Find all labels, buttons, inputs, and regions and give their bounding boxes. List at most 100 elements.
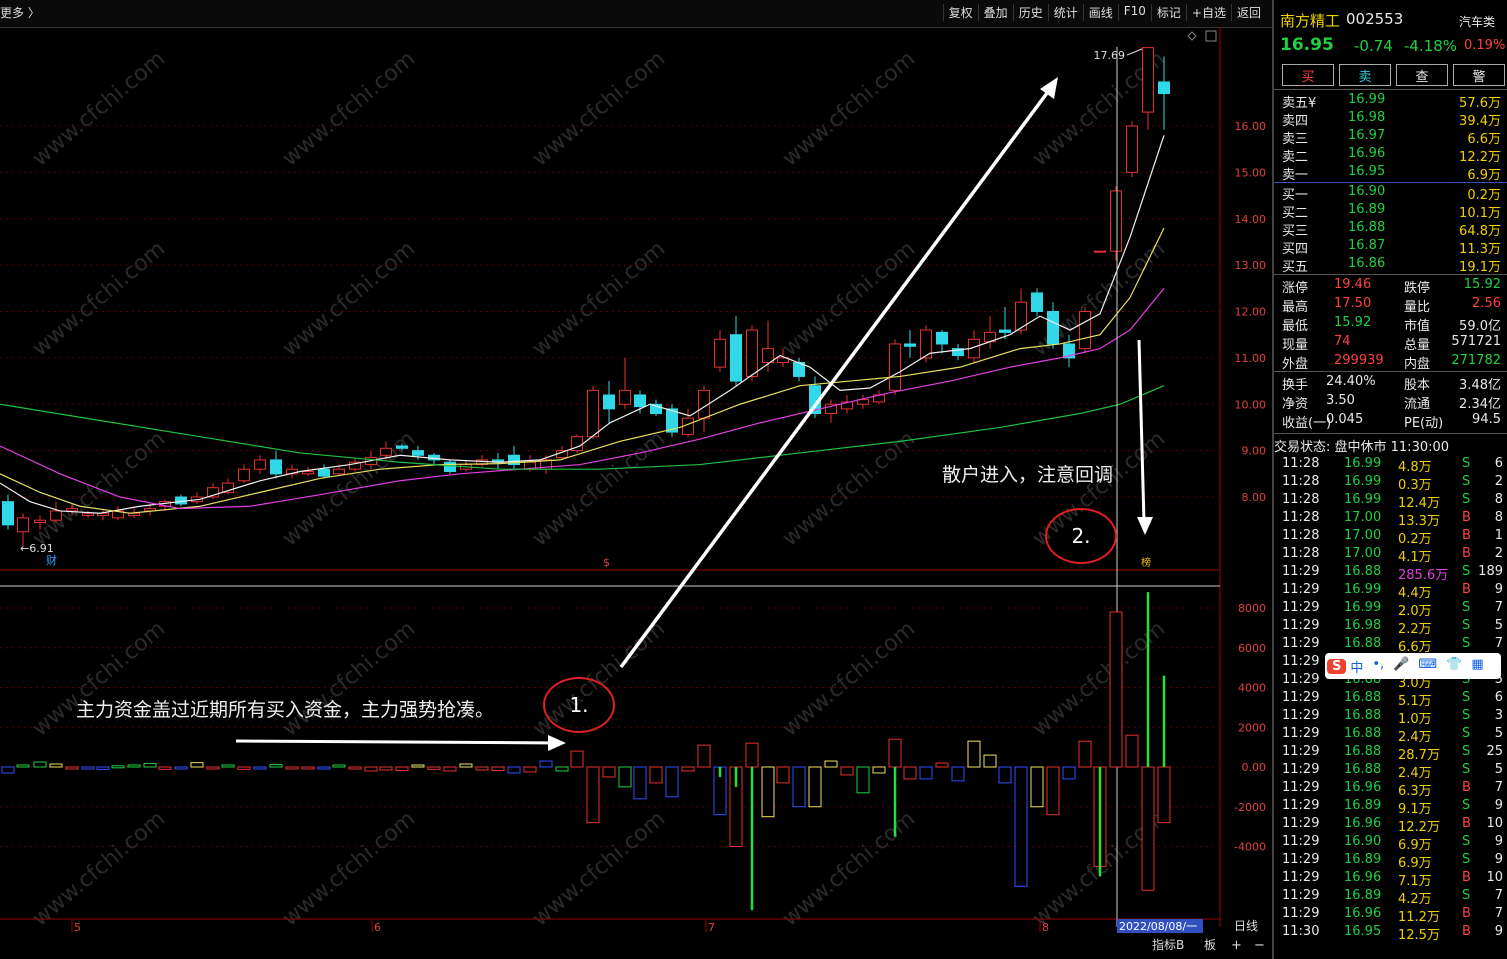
finance-marker: 财 <box>46 553 57 567</box>
more-menu[interactable]: 更多 〉 <box>0 4 40 21</box>
tick-time: 11:29 <box>1282 834 1320 849</box>
tick-side: B <box>1462 546 1471 561</box>
sell-button[interactable]: 卖 <box>1339 64 1391 86</box>
candle-body <box>412 450 424 456</box>
ime-toolbar[interactable]: S 中 •, 🎤 ⌨ 👕 ▦ <box>1325 653 1501 679</box>
tick-side: S <box>1462 492 1471 507</box>
tick-count: 7 <box>1494 780 1503 795</box>
annotation-2-text: 散户进入，注意回调 <box>942 464 1114 486</box>
ask-row: 卖二 16.96 12.2万 <box>1274 146 1507 165</box>
buy-button[interactable]: 买 <box>1282 64 1334 86</box>
tick-volume: 9.1万 <box>1398 802 1432 817</box>
tick-count: 5 <box>1494 726 1503 741</box>
candle-body <box>889 343 901 391</box>
watermark-text: www.cfchi.com <box>28 46 170 171</box>
query-button[interactable]: 查 <box>1396 64 1448 86</box>
ime-item-3[interactable]: ⌨ <box>1418 657 1437 676</box>
fund-bar <box>935 762 949 768</box>
tick-row: 11:29 16.88 28.7万 S 25 <box>1274 744 1507 763</box>
fund-row: 收益(一) 0.045 PE(动) 94.5 <box>1274 412 1507 431</box>
toolbar-7[interactable]: +自选 <box>1185 4 1231 21</box>
tick-count: 9 <box>1494 798 1503 813</box>
candle-body <box>714 338 726 368</box>
fund-bar <box>761 766 775 818</box>
arrow-up-line <box>619 87 1052 669</box>
tick-count: 10 <box>1486 816 1503 831</box>
fund-bar <box>967 740 981 768</box>
fund-bar <box>507 766 521 774</box>
tick-row: 11:29 16.88 2.4万 S 5 <box>1274 762 1507 781</box>
ime-item-5[interactable]: ▦ <box>1471 657 1483 676</box>
vol-axis-label: 0.00 <box>1242 761 1267 774</box>
bid-price: 16.88 <box>1348 220 1386 235</box>
tick-row: 11:29 16.89 9.1万 S 9 <box>1274 798 1507 817</box>
tick-row: 11:29 16.88 2.4万 S 5 <box>1274 726 1507 745</box>
fund-bar <box>570 750 584 768</box>
fund-value: 3.50 <box>1326 393 1355 408</box>
toolbar-4[interactable]: 画线 <box>1082 4 1118 21</box>
fund-bar <box>174 766 188 770</box>
date-label: 2022/08/08/一 <box>1119 920 1197 933</box>
fund-bar <box>269 764 283 768</box>
bid-row: 买五 16.86 19.1万 <box>1274 256 1507 275</box>
toolbar-3[interactable]: 统计 <box>1047 4 1083 21</box>
candle-body <box>238 468 250 482</box>
month-label: 6 <box>374 921 381 934</box>
fund-bar <box>808 766 822 808</box>
toolbar-0[interactable]: 复权 <box>942 4 978 21</box>
ime-item-0[interactable]: 中 <box>1350 657 1363 676</box>
fund-bar <box>379 766 393 771</box>
toolbar-1[interactable]: 叠加 <box>977 4 1013 21</box>
ask-row: 卖四 16.98 39.4万 <box>1274 110 1507 129</box>
candle-body <box>936 331 948 345</box>
board-label: 板 <box>1204 938 1216 952</box>
toolbar-6[interactable]: 标记 <box>1150 4 1186 21</box>
sector-label[interactable]: 汽车类 <box>1459 13 1495 30</box>
tick-row: 11:28 17.00 0.2万 B 1 <box>1274 528 1507 547</box>
toolbar-5[interactable]: F10 <box>1117 4 1151 21</box>
fund-bar <box>983 754 997 768</box>
tick-price: 17.00 <box>1344 546 1382 561</box>
tick-volume: 2.4万 <box>1398 730 1432 745</box>
tick-volume: 12.2万 <box>1398 820 1440 835</box>
tick-row: 11:29 16.89 4.2万 S 7 <box>1274 888 1507 907</box>
tick-volume: 6.3万 <box>1398 784 1432 799</box>
stock-name: 南方精工 <box>1280 12 1341 30</box>
vol-axis-label: 2000 <box>1238 721 1266 734</box>
tick-price: 16.88 <box>1344 690 1382 705</box>
fund-bar <box>317 766 331 770</box>
tick-count: 189 <box>1478 564 1503 579</box>
toolbar-8[interactable]: 返回 <box>1230 4 1266 21</box>
fund-bar <box>539 760 553 768</box>
watermark-text: www.cfchi.com <box>528 806 670 931</box>
fund-bar <box>143 762 157 768</box>
tick-time: 11:29 <box>1282 816 1320 831</box>
tick-count: 7 <box>1494 906 1503 921</box>
watermark-text: www.cfchi.com <box>778 46 920 171</box>
kline-chart[interactable]: www.cfchi.com www.cfchi.com www.cfchi.com w… <box>0 27 1272 959</box>
ime-item-2[interactable]: 🎤 <box>1393 657 1409 676</box>
toolbar-2[interactable]: 历史 <box>1012 4 1048 21</box>
tick-side: S <box>1462 690 1471 705</box>
period-label: 日线 <box>1234 919 1258 933</box>
ask-volume: 12.2万 <box>1459 150 1501 165</box>
ime-item-4[interactable]: 👕 <box>1446 657 1462 676</box>
stat-value: 15.92 <box>1334 315 1372 330</box>
tick-price: 16.89 <box>1344 798 1382 813</box>
tick-time: 11:28 <box>1282 474 1320 489</box>
stock-code: 002553 <box>1346 10 1404 28</box>
bid-label: 买一 <box>1282 188 1309 203</box>
bid-label: 买五 <box>1282 260 1309 275</box>
tick-price: 16.89 <box>1344 852 1382 867</box>
tick-volume: 6.9万 <box>1398 856 1432 871</box>
tick-volume: 285.6万 <box>1398 568 1449 583</box>
ask-price: 16.95 <box>1348 164 1386 179</box>
candle-body <box>619 389 631 405</box>
tick-volume: 12.4万 <box>1398 496 1440 511</box>
ime-item-1[interactable]: •, <box>1372 657 1384 676</box>
ask-row: 卖五¥ 16.99 57.6万 <box>1274 92 1507 111</box>
fund-bar <box>491 766 505 772</box>
ask-volume: 6.9万 <box>1467 168 1501 183</box>
alert-button[interactable]: 警 <box>1453 64 1505 86</box>
tick-price: 16.88 <box>1344 564 1382 579</box>
